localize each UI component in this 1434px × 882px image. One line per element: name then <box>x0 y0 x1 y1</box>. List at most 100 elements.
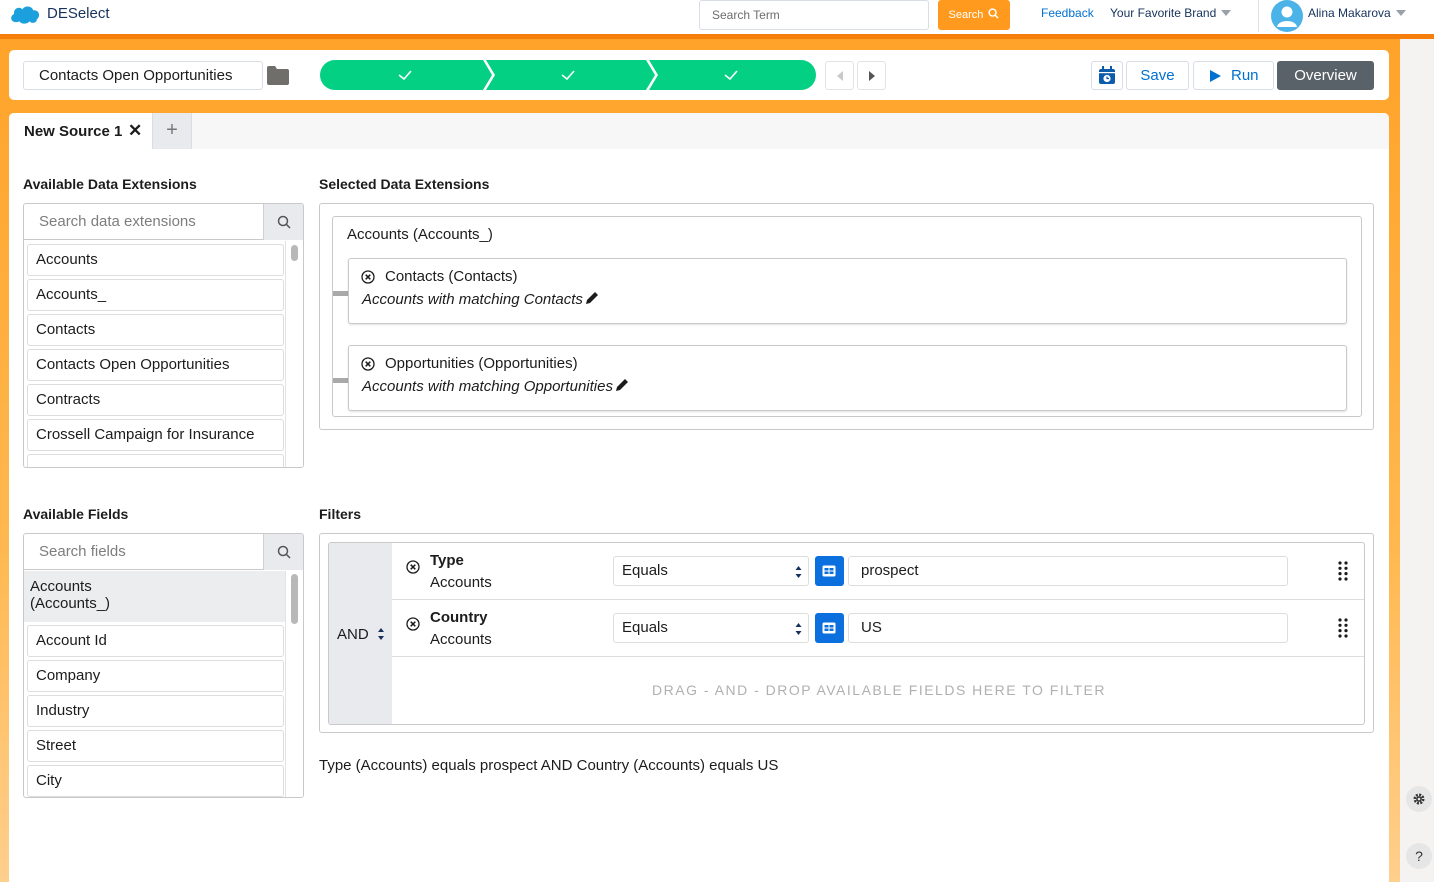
table-icon <box>822 622 836 634</box>
feedback-link[interactable]: Feedback <box>1041 6 1094 20</box>
scrollbar[interactable] <box>285 571 303 797</box>
filter-summary: Type (Accounts) equals prospect AND Coun… <box>319 757 779 774</box>
close-icon[interactable]: ✕ <box>128 121 142 141</box>
list-item[interactable]: Company <box>27 660 284 692</box>
filter-drop-zone[interactable]: DRAG - AND - DROP AVAILABLE FIELDS HERE … <box>392 657 1364 724</box>
save-button[interactable]: Save <box>1126 61 1189 90</box>
filter-field-de: Accounts <box>430 574 492 591</box>
user-menu[interactable]: Alina Makarova <box>1308 6 1406 20</box>
field-items: Accounts (Accounts_) Account Id Company … <box>24 571 285 797</box>
list-item[interactable] <box>27 454 284 467</box>
drag-handle-icon[interactable] <box>1338 561 1348 581</box>
run-button[interactable]: Run <box>1193 61 1274 90</box>
join-card[interactable]: Contacts (Contacts) Accounts with matchi… <box>348 258 1347 324</box>
global-search-button[interactable]: Search <box>938 0 1010 30</box>
list-item[interactable]: Contracts <box>27 384 284 416</box>
caret-right-icon <box>869 71 875 81</box>
field-group-header[interactable]: Accounts (Accounts_) <box>24 571 285 622</box>
play-icon <box>1210 70 1221 82</box>
filter-field-de: Accounts <box>430 631 492 648</box>
filter-value-input[interactable]: prospect <box>848 556 1288 586</box>
avatar[interactable] <box>1271 0 1303 32</box>
step-3[interactable] <box>649 60 816 90</box>
step-1[interactable] <box>320 60 492 90</box>
field-search: Search fields <box>24 534 303 570</box>
run-label: Run <box>1231 67 1259 84</box>
pencil-icon[interactable] <box>585 291 599 305</box>
overview-button[interactable]: Overview <box>1277 61 1374 90</box>
search-icon <box>277 215 291 229</box>
list-item[interactable]: Crossell Campaign for Insurance <box>27 419 284 451</box>
scrollbar[interactable] <box>285 241 303 467</box>
de-search: Search data extensions <box>24 204 303 240</box>
tab-new-source-1[interactable]: New Source 1 ✕ <box>9 113 152 149</box>
global-search-input[interactable]: Search Term <box>699 0 929 30</box>
schedule-button[interactable] <box>1091 61 1123 90</box>
brand-dropdown[interactable]: Your Favorite Brand <box>1110 6 1232 20</box>
value-picker-button[interactable] <box>815 556 844 586</box>
operator-select[interactable]: Equals <box>613 613 809 643</box>
operator-value: Equals <box>622 619 668 636</box>
de-search-input[interactable]: Search data extensions <box>39 213 196 230</box>
scrollbar-thumb[interactable] <box>291 574 298 624</box>
join-description[interactable]: Accounts with matching Opportunities <box>362 378 629 395</box>
list-item[interactable]: Industry <box>27 695 284 727</box>
next-step-button[interactable] <box>857 61 886 90</box>
list-item[interactable]: City <box>27 765 284 797</box>
sort-arrows-icon <box>795 623 802 635</box>
app-name: DESelect <box>47 5 110 22</box>
list-item[interactable]: Accounts_ <box>27 279 284 311</box>
primary-de-name: Accounts (Accounts_) <box>347 226 493 243</box>
join-description-text: Accounts with matching Contacts <box>362 291 583 308</box>
search-button-label: Search <box>948 9 984 21</box>
scrollbar-thumb[interactable] <box>291 245 298 261</box>
join-card[interactable]: Opportunities (Opportunities) Accounts w… <box>348 345 1347 411</box>
join-connector <box>333 378 348 383</box>
progress-steps <box>320 60 816 90</box>
list-item[interactable]: Street <box>27 730 284 762</box>
de-search-button[interactable] <box>263 204 303 240</box>
filter-field-name: Type <box>430 552 464 569</box>
list-item[interactable]: Contacts Open Opportunities <box>27 349 284 381</box>
logic-selector[interactable]: AND <box>329 543 392 724</box>
header-divider <box>1258 0 1259 32</box>
filter-value-input[interactable]: US <box>848 613 1288 643</box>
filters-title: Filters <box>319 506 362 522</box>
remove-circle-icon[interactable] <box>406 617 420 631</box>
filter-field-name: Country <box>430 609 488 626</box>
join-description[interactable]: Accounts with matching Contacts <box>362 291 599 308</box>
filter-row: Type Accounts Equals prospect <box>392 543 1364 600</box>
add-tab-button[interactable]: + <box>152 113 192 149</box>
help-button[interactable]: ? <box>1406 843 1432 869</box>
pencil-icon[interactable] <box>615 378 629 392</box>
group-de: (Accounts_) <box>30 595 111 612</box>
operator-select[interactable]: Equals <box>613 556 809 586</box>
selected-des-title: Selected Data Extensions <box>319 176 490 192</box>
group-name: Accounts <box>30 578 92 595</box>
value-picker-button[interactable] <box>815 613 844 643</box>
field-search-button[interactable] <box>263 534 303 570</box>
drag-handle-icon[interactable] <box>1338 618 1348 638</box>
tab-label: New Source 1 <box>24 123 123 140</box>
chevron-down-icon <box>1221 10 1232 16</box>
filters-area: AND Type Accounts Equals prospect Countr… <box>319 533 1374 733</box>
remove-circle-icon[interactable] <box>361 357 375 371</box>
remove-circle-icon[interactable] <box>361 270 375 284</box>
list-item[interactable]: Account Id <box>27 625 284 657</box>
search-icon <box>988 8 1000 19</box>
top-header: DESelect Search Term Search Feedback You… <box>0 0 1434 34</box>
selection-name-input[interactable]: Contacts Open Opportunities <box>23 61 263 90</box>
step-2[interactable] <box>486 60 655 90</box>
available-fields-title: Available Fields <box>23 506 129 522</box>
folder-icon[interactable] <box>267 66 289 85</box>
remove-circle-icon[interactable] <box>406 560 420 574</box>
caret-left-icon <box>837 71 843 81</box>
list-item[interactable]: Contacts <box>27 314 284 346</box>
user-name: Alina Makarova <box>1308 6 1391 20</box>
logic-label: AND <box>337 626 385 643</box>
previous-step-button[interactable] <box>825 61 854 90</box>
list-item[interactable]: Accounts <box>27 244 284 276</box>
field-search-input[interactable]: Search fields <box>39 543 126 560</box>
source-tabs: New Source 1 ✕ + <box>9 113 1389 149</box>
settings-button[interactable] <box>1406 786 1432 812</box>
